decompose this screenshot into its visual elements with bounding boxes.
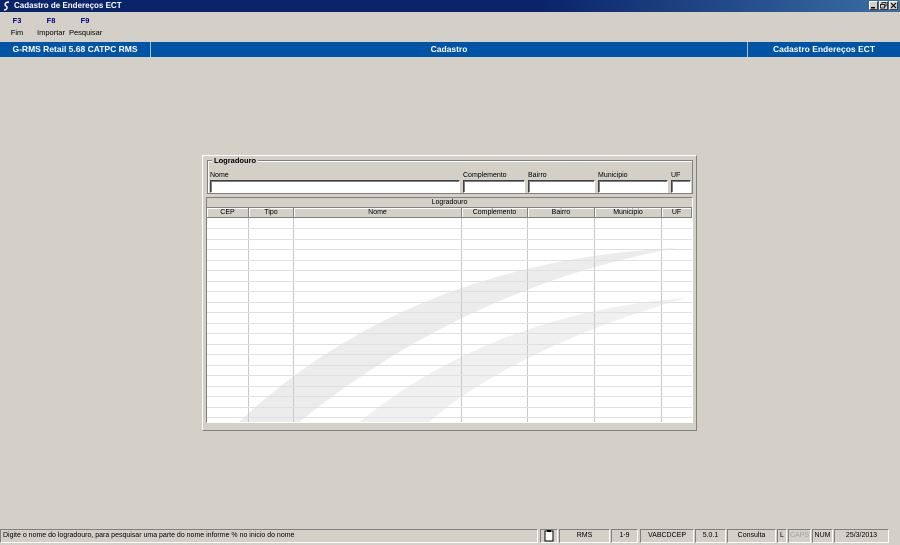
clipboard-icon (544, 530, 554, 542)
grid-header-row: CEP Tipo Nome Complemento Bairro Municip… (207, 208, 692, 218)
status-caps: CAPS (788, 529, 811, 543)
main-panel: Logradouro Nome Complemento Bairro Munic… (202, 155, 697, 431)
complemento-label: Complemento (463, 172, 507, 179)
nome-input[interactable] (210, 180, 460, 193)
column-header-bairro[interactable]: Bairro (528, 208, 595, 218)
municipio-input[interactable] (598, 180, 668, 193)
municipio-label: Municipio (598, 172, 628, 179)
column-header-cep[interactable]: CEP (207, 208, 249, 218)
fkey-label: Fim (10, 28, 24, 37)
fkey-code: F8 (46, 16, 56, 25)
fkey-fim[interactable]: F3 Fim (8, 15, 26, 39)
app-icon (3, 1, 10, 11)
column-header-tipo[interactable]: Tipo (249, 208, 294, 218)
grid-caption: Logradouro (207, 198, 692, 208)
title-bar: Cadastro de Endereços ECT (0, 0, 900, 12)
column-header-nome[interactable]: Nome (294, 208, 462, 218)
grid-row-line (207, 281, 692, 282)
module-name: Cadastro (430, 44, 468, 54)
grid-row-line (207, 239, 692, 240)
document-icon (540, 529, 558, 543)
grid-row-line (207, 354, 692, 355)
fkey-code: F3 (12, 16, 22, 25)
bairro-label: Bairro (528, 172, 547, 179)
status-message: Digite o nome do logradouro, para pesqui… (0, 529, 538, 543)
grid-row-line (207, 333, 692, 334)
header-bar: G-RMS Retail 5.68 CATPC RMS Cadastro Cad… (0, 42, 900, 57)
status-date: 25/3/2013 (834, 529, 889, 543)
grid-row-line (207, 260, 692, 261)
status-l: L (777, 529, 787, 543)
fkey-code: F9 (80, 16, 90, 25)
status-user: RMS (559, 529, 610, 543)
results-grid[interactable]: Logradouro CEP Tipo Nome Complemento Bai… (206, 197, 693, 423)
search-group: Logradouro Nome Complemento Bairro Munic… (207, 156, 693, 194)
status-num: NUM (812, 529, 833, 543)
uf-label: UF (671, 172, 681, 179)
restore-button[interactable] (879, 1, 888, 10)
screen-name: Cadastro Endereços ECT (772, 44, 876, 54)
complemento-input[interactable] (463, 180, 525, 193)
grid-row-line (207, 302, 692, 303)
nome-label: Nome (210, 172, 229, 179)
grid-row-line (207, 312, 692, 313)
restore-icon (880, 2, 887, 9)
column-header-complemento[interactable]: Complemento (462, 208, 528, 218)
grid-row-line (207, 291, 692, 292)
grid-row-line (207, 249, 692, 250)
status-version: 5.0.1 (695, 529, 726, 543)
grid-row-line (207, 375, 692, 376)
minimize-button[interactable] (869, 1, 878, 10)
status-bar: Digite o nome do logradouro, para pesqui… (0, 528, 900, 545)
grid-row-line (207, 270, 692, 271)
status-range: 1-9 (611, 529, 638, 543)
close-icon (890, 2, 897, 9)
status-program: VABCDCEP (640, 529, 694, 543)
status-mode: Consulta (727, 529, 776, 543)
grid-row-line (207, 323, 692, 324)
uf-input[interactable] (671, 180, 691, 193)
grid-row-line (207, 407, 692, 408)
fkey-label: Pesquisar (69, 28, 103, 37)
grid-row-line (207, 365, 692, 366)
grid-row-line (207, 228, 692, 229)
grid-row-line (207, 386, 692, 387)
fkey-label: Importar (37, 28, 65, 37)
minimize-icon (871, 7, 875, 9)
bairro-input[interactable] (528, 180, 595, 193)
fkey-importar[interactable]: F8 Importar (36, 15, 66, 39)
close-button[interactable] (889, 1, 898, 10)
fkey-pesquisar[interactable]: F9 Pesquisar (69, 15, 103, 39)
grid-row-line (207, 344, 692, 345)
function-key-toolbar: F3 Fim F8 Importar F9 Pesquisar (0, 15, 900, 41)
window-title: Cadastro de Endereços ECT (14, 1, 122, 10)
grid-row-line (207, 417, 692, 418)
grid-row-line (207, 396, 692, 397)
column-header-municipio[interactable]: Municipio (595, 208, 662, 218)
group-title: Logradouro (212, 156, 259, 165)
column-header-uf[interactable]: UF (662, 208, 692, 218)
system-name: G-RMS Retail 5.68 CATPC RMS (12, 44, 138, 54)
